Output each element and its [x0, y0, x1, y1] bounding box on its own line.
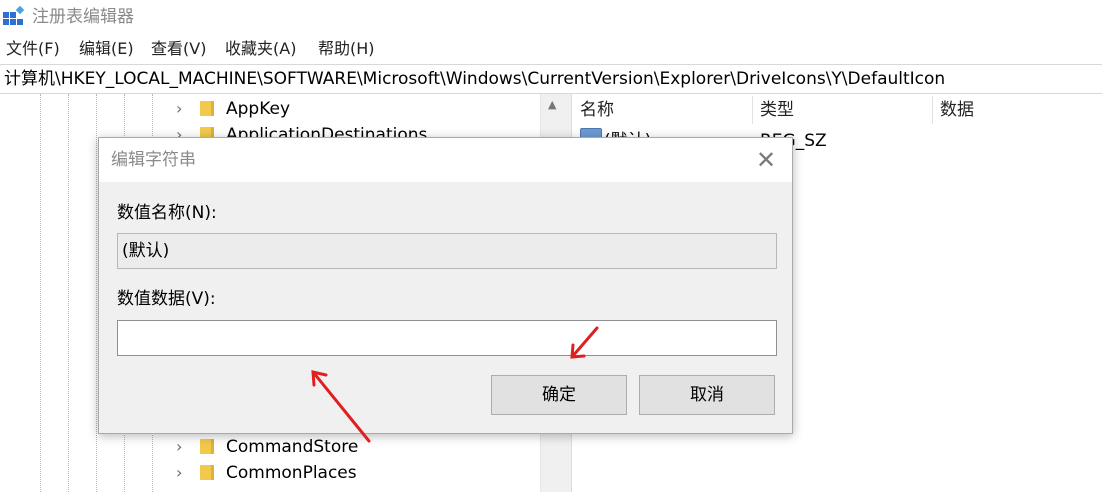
- column-header-type[interactable]: 类型: [760, 94, 794, 126]
- window-title: 注册表编辑器: [32, 7, 134, 27]
- chevron-right-icon[interactable]: ›: [176, 100, 182, 118]
- tree-item-commandstore[interactable]: › CommandStore: [176, 434, 536, 460]
- column-separator[interactable]: [752, 96, 753, 124]
- tree-guide-line: [40, 94, 41, 492]
- dialog-title-bar[interactable]: 编辑字符串 ✕: [99, 138, 792, 182]
- column-separator[interactable]: [932, 96, 933, 124]
- address-bar[interactable]: 计算机\HKEY_LOCAL_MACHINE\SOFTWARE\Microsof…: [0, 64, 1102, 94]
- column-header-name[interactable]: 名称: [580, 94, 614, 126]
- menu-help[interactable]: 帮助(H): [318, 38, 375, 60]
- value-data-label: 数值数据(V):: [117, 289, 216, 309]
- menu-favorites[interactable]: 收藏夹(A): [225, 38, 296, 60]
- value-name-field: (默认): [117, 233, 777, 269]
- regedit-app-icon: [3, 6, 24, 25]
- chevron-right-icon[interactable]: ›: [176, 464, 182, 482]
- folder-icon: [200, 439, 214, 454]
- scroll-up-icon[interactable]: ▲: [548, 98, 556, 111]
- edit-string-dialog: 编辑字符串 ✕ 数值名称(N): (默认) 数值数据(V): 确定 取消: [98, 137, 793, 434]
- tree-item-label: CommonPlaces: [226, 463, 357, 483]
- close-icon[interactable]: ✕: [750, 144, 782, 176]
- menu-edit[interactable]: 编辑(E): [79, 38, 134, 60]
- column-header-data[interactable]: 数据: [940, 94, 974, 126]
- dialog-title: 编辑字符串: [111, 150, 196, 170]
- menu-bar: 文件(F) 编辑(E) 查看(V) 收藏夹(A) 帮助(H): [0, 36, 1102, 62]
- value-name-label: 数值名称(N):: [117, 203, 217, 223]
- tree-item-commonplaces[interactable]: › CommonPlaces: [176, 460, 536, 486]
- cancel-button[interactable]: 取消: [639, 375, 775, 415]
- value-name-text: (默认): [122, 241, 170, 261]
- folder-icon: [200, 465, 214, 480]
- menu-file[interactable]: 文件(F): [6, 38, 60, 60]
- tree-item-appkey[interactable]: › AppKey: [176, 96, 536, 122]
- tree-guide-line: [96, 94, 97, 492]
- ok-button[interactable]: 确定: [491, 375, 627, 415]
- address-path[interactable]: 计算机\HKEY_LOCAL_MACHINE\SOFTWARE\Microsof…: [4, 68, 945, 90]
- tree-item-label: CommandStore: [226, 437, 359, 457]
- title-bar: 注册表编辑器: [0, 0, 1102, 36]
- chevron-right-icon[interactable]: ›: [176, 438, 182, 456]
- folder-icon: [200, 101, 214, 116]
- tree-guide-line: [68, 94, 69, 492]
- tree-item-label: AppKey: [226, 99, 291, 119]
- menu-view[interactable]: 查看(V): [151, 38, 206, 60]
- value-data-input[interactable]: [117, 320, 777, 356]
